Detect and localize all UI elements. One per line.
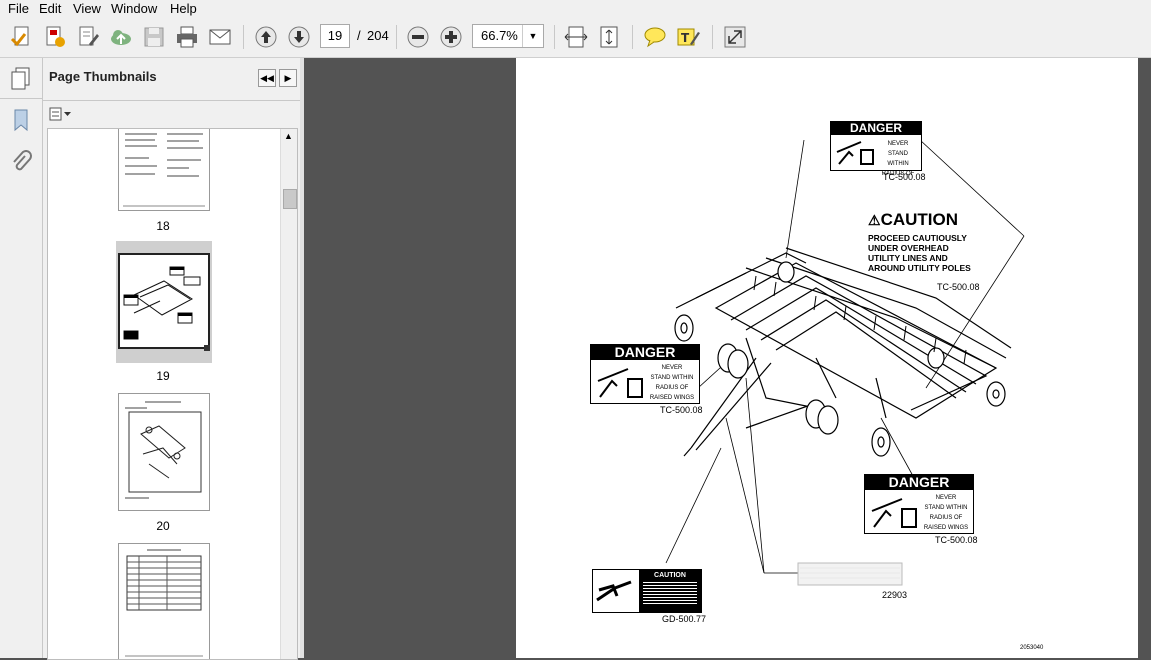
caution-line: PROCEED CAUTIOUSLY: [868, 233, 967, 243]
expand-panel-button[interactable]: ▶: [279, 69, 297, 87]
menu-help[interactable]: Help: [170, 1, 197, 16]
thumbnail-page-21[interactable]: [118, 543, 210, 659]
print-icon[interactable]: [174, 24, 200, 50]
document-view: DANGER NEVER STAND WITHIN RADIUS OF TC-5…: [304, 58, 1151, 658]
thumbnail-options-icon[interactable]: [49, 105, 73, 123]
thumbnail-list[interactable]: 18 19 20 ▲: [47, 128, 298, 660]
panel-divider: [43, 100, 300, 101]
caution-small-decal: CAUTION: [592, 569, 702, 613]
danger-line: RAISED WINGS: [649, 395, 695, 401]
part-number: 22903: [882, 590, 908, 600]
thumbnail-page-19[interactable]: [118, 253, 210, 349]
collapse-panel-button[interactable]: ◀◀: [258, 69, 276, 87]
fullscreen-icon[interactable]: [722, 24, 748, 50]
decal-code: TC-500.08: [883, 172, 926, 182]
menu-window[interactable]: Window: [111, 1, 157, 16]
warning-triangle-icon: ⚠: [868, 212, 881, 228]
menu-bar: File Edit View Window Help: [0, 0, 1151, 18]
caution-decal: ⚠CAUTION PROCEED CAUTIOUSLY UNDER OVERHE…: [868, 210, 980, 280]
thumbnails-panel: Page Thumbnails ◀◀ ▶ 18 19 20 ▲: [43, 58, 301, 660]
danger-decal: DANGER NEVER STAND WITHIN RADIUS OF RAIS…: [864, 474, 974, 534]
caution-small-header: CAUTION: [654, 572, 686, 579]
thumbnail-label: 20: [156, 519, 170, 533]
wing-hazard-icon: [836, 141, 874, 165]
thumbnail-resize-handle[interactable]: [204, 345, 210, 351]
caution-line: UTILITY LINES AND: [868, 253, 948, 263]
decal-code: GD-500.77: [662, 614, 707, 624]
caution-line: UNDER OVERHEAD: [868, 243, 949, 253]
panel-title: Page Thumbnails: [49, 69, 157, 84]
page-separator: /: [357, 28, 361, 43]
strip-divider: [0, 98, 42, 99]
figure-number: 2053040: [1020, 645, 1044, 651]
wing-hazard-icon: [597, 368, 643, 398]
toolbar-separator: [396, 25, 397, 49]
pdf-page: DANGER NEVER STAND WITHIN RADIUS OF TC-5…: [516, 58, 1138, 658]
danger-line: RADIUS OF: [655, 385, 689, 391]
attachment-icon[interactable]: [9, 150, 33, 174]
danger-line: NEVER: [661, 365, 683, 371]
thumbnail-label: 18: [156, 219, 170, 233]
decal-code: TC-500.08: [935, 535, 978, 545]
bookmark-icon[interactable]: [9, 108, 33, 132]
wing-hazard-icon: [871, 498, 917, 528]
zoom-select[interactable]: 66.7% ▼: [472, 24, 544, 48]
fine-print: [643, 582, 697, 606]
chevron-down-icon[interactable]: ▼: [522, 25, 543, 47]
scroll-thumb[interactable]: [283, 189, 297, 209]
highlight-icon[interactable]: T: [675, 24, 701, 50]
caution-line: AROUND UTILITY POLES: [868, 263, 971, 273]
danger-header: DANGER: [831, 122, 921, 135]
decal-code: TC-500.08: [937, 282, 980, 292]
navigation-strip: [0, 58, 43, 658]
fit-width-icon[interactable]: [563, 24, 589, 50]
menu-edit[interactable]: Edit: [39, 1, 61, 16]
thumbnail-page-18[interactable]: [118, 129, 210, 211]
danger-decal: DANGER NEVER STAND WITHIN RADIUS OF RAIS…: [590, 344, 700, 404]
danger-line: STAND WITHIN: [650, 375, 694, 381]
danger-decal: DANGER NEVER STAND WITHIN RADIUS OF: [830, 121, 922, 177]
create-pdf-icon[interactable]: [9, 24, 35, 50]
svg-text:T: T: [681, 31, 690, 45]
thumbnail-page-20[interactable]: [118, 393, 210, 511]
zoom-in-icon[interactable]: [438, 24, 464, 50]
menu-file[interactable]: File: [8, 1, 29, 16]
toolbar-separator: [554, 25, 555, 49]
page-down-icon[interactable]: [286, 24, 312, 50]
toolbar-separator: [243, 25, 244, 49]
toolbar-separator: [712, 25, 713, 49]
caution-header: ⚠CAUTION: [868, 210, 959, 229]
danger-header: DANGER: [591, 345, 699, 360]
danger-line: STAND WITHIN: [924, 505, 968, 511]
danger-line: RADIUS OF: [929, 515, 963, 521]
upload-cloud-icon[interactable]: [108, 24, 134, 50]
danger-header: DANGER: [865, 475, 973, 490]
page-thumbnails-icon[interactable]: [9, 66, 33, 90]
entanglement-hazard-icon: [596, 580, 632, 602]
decal-code: TC-500.08: [660, 405, 703, 415]
toolbar: 19 / 204 66.7% ▼ T: [0, 18, 1151, 58]
save-icon[interactable]: [141, 24, 167, 50]
total-pages: 204: [367, 28, 389, 43]
toolbar-separator: [632, 25, 633, 49]
danger-line: STAND WITHIN: [887, 151, 909, 167]
page-number-input[interactable]: 19: [320, 24, 350, 48]
page-up-icon[interactable]: [253, 24, 279, 50]
zoom-value: 66.7%: [481, 28, 518, 43]
export-pdf-icon[interactable]: [42, 24, 68, 50]
thumbnail-label: 19: [156, 369, 170, 383]
fit-page-icon[interactable]: [596, 24, 622, 50]
zoom-out-icon[interactable]: [405, 24, 431, 50]
danger-line: NEVER: [887, 141, 909, 147]
thumbnail-scrollbar[interactable]: ▲: [280, 129, 297, 659]
menu-view[interactable]: View: [73, 1, 101, 16]
comment-icon[interactable]: [642, 24, 668, 50]
scroll-up-icon[interactable]: ▲: [284, 131, 293, 141]
danger-line: RAISED WINGS: [923, 525, 969, 531]
edit-pdf-icon[interactable]: [75, 24, 101, 50]
email-icon[interactable]: [207, 24, 233, 50]
danger-line: NEVER: [935, 495, 957, 501]
